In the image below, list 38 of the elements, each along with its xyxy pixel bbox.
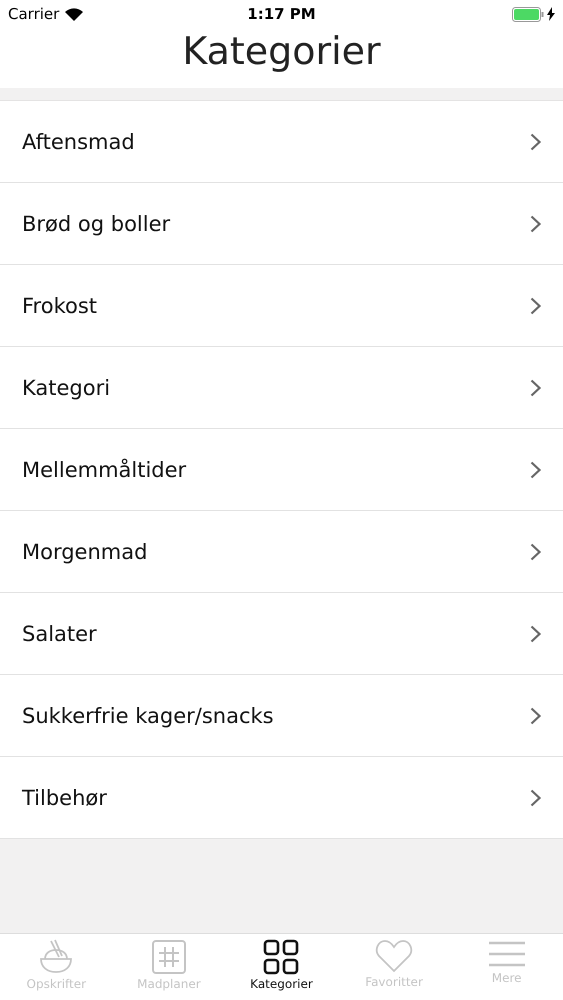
chevron-icon — [530, 214, 541, 232]
grid-icon — [150, 939, 187, 975]
category-row[interactable]: Mellemmåltider — [0, 429, 563, 511]
chevron-icon — [530, 460, 541, 478]
chevron-icon — [530, 624, 541, 642]
chevron-icon — [530, 296, 541, 314]
category-row[interactable]: Kategori — [0, 347, 563, 429]
charging-icon — [547, 7, 555, 21]
chevron-icon — [530, 788, 541, 806]
category-label: Morgenmad — [22, 540, 148, 564]
category-label: Sukkerfrie kager/snacks — [22, 704, 274, 728]
chevron-icon — [530, 132, 541, 150]
category-row[interactable]: Tilbehør — [0, 757, 563, 839]
chevron-icon — [530, 378, 541, 396]
category-row[interactable]: Salater — [0, 593, 563, 675]
category-label: Kategori — [22, 376, 110, 400]
heart-icon — [375, 939, 414, 973]
category-label: Brød og boller — [22, 212, 170, 236]
category-row[interactable]: Morgenmad — [0, 511, 563, 593]
wifi-icon — [65, 8, 84, 20]
battery-icon — [512, 6, 544, 22]
category-row[interactable]: Aftensmad — [0, 101, 563, 183]
category-row[interactable]: Frokost — [0, 265, 563, 347]
chevron-icon — [530, 542, 541, 560]
category-row[interactable]: Sukkerfrie kager/snacks — [0, 675, 563, 757]
clock-time: 1:17 PM — [247, 5, 316, 23]
category-label: Aftensmad — [22, 130, 135, 154]
carrier-name: Carrier — [8, 5, 60, 23]
category-row[interactable]: Brød og boller — [0, 183, 563, 265]
chevron-icon — [530, 706, 541, 724]
categories-icon — [263, 939, 300, 975]
category-label: Tilbehør — [22, 786, 107, 810]
category-label: Frokost — [22, 294, 98, 318]
category-label: Mellemmåltider — [22, 458, 186, 482]
tab-item[interactable]: Kategorier — [225, 934, 338, 1000]
page-title: Kategorier — [182, 28, 381, 75]
menu-icon — [488, 939, 526, 969]
category-label: Salater — [22, 622, 97, 646]
